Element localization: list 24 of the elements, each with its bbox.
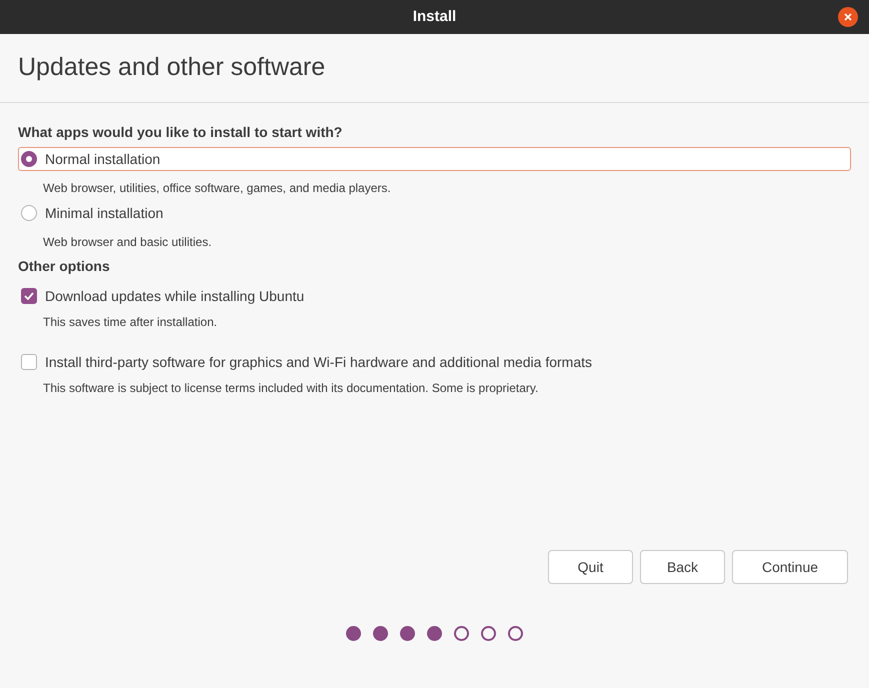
option-description: Web browser and basic utilities. [43, 234, 213, 249]
checkmark-icon [24, 292, 34, 300]
option-description: This software is subject to license terms included with its documentation. Some is proprietary. [43, 380, 540, 395]
close-button[interactable] [838, 7, 858, 27]
option-description: This saves time after installation. [43, 314, 218, 329]
radio-button[interactable] [21, 205, 37, 221]
option-label: Download updates while installing Ubuntu [45, 286, 304, 306]
radio-button[interactable] [21, 151, 37, 167]
window-title: Install [412, 6, 456, 27]
checkbox[interactable] [21, 288, 37, 304]
option-label: Minimal installation [45, 204, 164, 222]
dialog-button[interactable]: Quit [548, 550, 633, 584]
close-icon [844, 13, 852, 21]
option-label: Normal installation [45, 150, 160, 168]
section-heading: Other options [18, 257, 111, 275]
section-heading: What apps would you like to install to start with? [18, 123, 344, 141]
dialog-button[interactable]: Back [640, 550, 725, 584]
page-title: Updates and other software [18, 52, 326, 84]
checkbox[interactable] [21, 354, 37, 370]
option-description: Web browser, utilities, office software, games, and media players. [43, 180, 392, 195]
radio-option[interactable]: Minimal installation [18, 201, 851, 225]
option-label: Install third-party software for graphics and Wi-Fi hardware and additional media formats [45, 352, 592, 372]
dialog-button[interactable]: Continue [732, 550, 848, 584]
radio-option[interactable]: Normal installation [18, 147, 851, 171]
